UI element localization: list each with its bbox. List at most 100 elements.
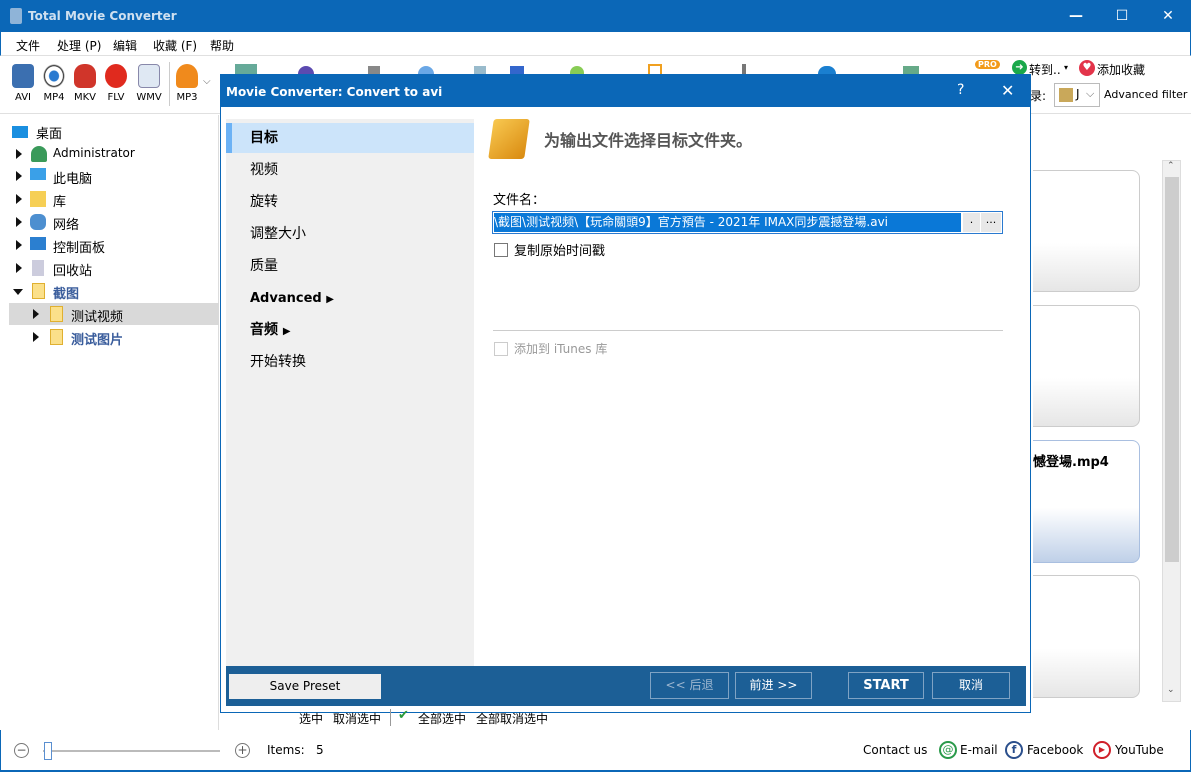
phone-icon[interactable] <box>474 66 486 74</box>
expand-arrow-icon[interactable] <box>16 171 22 181</box>
tree-item-library[interactable]: 库 <box>0 188 219 210</box>
mp3-button[interactable]: MP3 <box>172 64 202 103</box>
close-button[interactable]: ✕ <box>1145 0 1191 32</box>
scrollbar[interactable]: ⌃ ⌄ <box>1162 160 1181 702</box>
deselect-all-link[interactable]: 全部取消选中 <box>476 710 548 727</box>
zoom-in-icon[interactable]: + <box>235 743 250 758</box>
device-icon[interactable] <box>368 66 380 74</box>
flv-button[interactable]: FLV <box>101 64 131 103</box>
help-icon[interactable] <box>818 66 836 74</box>
youtube-icon[interactable]: ▶ <box>1093 741 1111 759</box>
tree-label: 测试图片 <box>71 333 124 348</box>
deselect-link[interactable]: 取消选中 <box>333 710 381 727</box>
avi-button[interactable]: AVI <box>8 64 38 103</box>
nav-audio[interactable]: 音频 ▶ <box>226 315 474 345</box>
start-button[interactable]: START <box>848 672 924 699</box>
gadget-icon[interactable] <box>903 66 919 74</box>
tree-item-recycle-bin[interactable]: 回收站 <box>0 257 219 279</box>
zoom-slider-thumb[interactable] <box>44 742 52 760</box>
tree-item-control-panel[interactable]: 控制面板 <box>0 234 219 256</box>
expand-arrow-icon[interactable] <box>33 332 39 342</box>
goto-button[interactable]: 转到.. <box>1029 61 1061 78</box>
menu-process[interactable]: 处理 (P) <box>57 37 101 54</box>
maximize-button[interactable]: ☐ <box>1099 0 1145 32</box>
filename-input[interactable]: \截图\测试视频\【玩命關頭9】官方預告 - 2021年 IMAX同步震撼登場.… <box>492 211 1003 234</box>
dialog-nav: 目标 视频 旋转 调整大小 质量 Advanced ▶ 音频 ▶ 开始转换 <box>226 119 474 666</box>
collapse-arrow-icon[interactable] <box>13 289 23 295</box>
expand-arrow-icon[interactable] <box>33 309 39 319</box>
nav-target[interactable]: 目标 <box>226 123 474 153</box>
filename-value: \截图\测试视频\【玩命關頭9】官方預告 - 2021年 IMAX同步震撼登場.… <box>494 213 961 232</box>
nav-rotate[interactable]: 旋转 <box>226 187 474 217</box>
dropdown-arrow-icon[interactable]: ▾ <box>1064 63 1068 72</box>
menu-help[interactable]: 帮助 <box>210 37 234 54</box>
cancel-button[interactable]: 取消 <box>932 672 1010 699</box>
scrollbar-thumb[interactable] <box>1165 177 1179 562</box>
network-icon <box>30 214 46 230</box>
select-all-link[interactable]: 全部选中 <box>418 710 466 727</box>
nav-advanced[interactable]: Advanced ▶ <box>226 284 474 314</box>
nav-start-convert[interactable]: 开始转换 <box>226 347 474 377</box>
file-card[interactable] <box>1033 575 1140 698</box>
mp4-button[interactable]: MP4 <box>39 64 69 103</box>
email-link[interactable]: E-mail <box>960 743 998 757</box>
tree-item-this-pc[interactable]: 此电脑 <box>0 165 219 187</box>
scroll-up-icon[interactable]: ⌃ <box>1167 161 1175 171</box>
help-button[interactable]: ? <box>957 82 964 98</box>
zoom-out-icon[interactable]: − <box>14 743 29 758</box>
facebook-icon[interactable]: f <box>1005 741 1023 759</box>
expand-arrow-icon[interactable] <box>16 217 22 227</box>
nav-resize[interactable]: 调整大小 <box>226 219 474 249</box>
scroll-down-icon[interactable]: ⌄ <box>1167 685 1175 695</box>
tree-item-desktop[interactable]: 桌面 <box>0 120 219 142</box>
copy-timestamp-checkbox[interactable] <box>494 243 508 257</box>
file-card[interactable] <box>1033 170 1140 292</box>
eye-icon <box>43 64 65 88</box>
email-icon[interactable]: @ <box>939 741 957 759</box>
expand-arrow-icon[interactable] <box>16 194 22 204</box>
zoom-slider[interactable] <box>43 750 220 752</box>
dot-button[interactable]: . <box>963 213 980 232</box>
tablet-icon[interactable] <box>510 66 524 74</box>
expand-arrow-icon[interactable] <box>16 263 22 273</box>
tree-item-administrator[interactable]: Administrator <box>0 143 219 165</box>
file-card[interactable] <box>1033 305 1140 427</box>
tree-item-screenshots[interactable]: 截图 <box>0 280 219 302</box>
advanced-filter-link[interactable]: Advanced filter <box>1104 88 1187 101</box>
expand-arrow-icon[interactable] <box>16 149 22 159</box>
wmv-button[interactable]: WMV <box>134 64 164 103</box>
tree-item-test-images[interactable]: 测试图片 <box>9 326 219 348</box>
filter-dropdown[interactable]: J ⌵ <box>1054 83 1100 107</box>
expand-arrow-icon[interactable] <box>16 240 22 250</box>
file-card-selected[interactable]: 憾登場.mp4 <box>1033 440 1140 563</box>
tree-item-network[interactable]: 网络 <box>0 211 219 233</box>
nav-video[interactable]: 视频 <box>226 155 474 185</box>
add-favorite-button[interactable]: 添加收藏 <box>1097 61 1145 78</box>
menu-favorites[interactable]: 收藏 (F) <box>153 37 197 54</box>
android-icon[interactable] <box>570 66 584 74</box>
next-button[interactable]: 前进 >> <box>735 672 812 699</box>
menu-file[interactable]: 文件 <box>16 37 40 54</box>
add-itunes-checkbox[interactable] <box>494 342 508 356</box>
disc-icon[interactable] <box>298 66 314 74</box>
filter-label: 录: <box>1030 89 1047 103</box>
minimize-button[interactable]: — <box>1053 0 1099 32</box>
document-icon[interactable] <box>235 64 257 74</box>
control-panel-icon <box>30 237 46 250</box>
browse-button[interactable]: ... <box>981 213 1001 232</box>
nav-quality[interactable]: 质量 <box>226 251 474 281</box>
chevron-down-icon[interactable]: ⌵ <box>203 76 211 87</box>
tree-item-test-video[interactable]: 测试视频 <box>9 303 219 325</box>
select-link[interactable]: 选中 <box>299 710 323 727</box>
back-button[interactable]: << 后退 <box>650 672 729 699</box>
ipod-icon[interactable] <box>648 64 662 74</box>
save-preset-button[interactable]: Save Preset <box>229 674 381 699</box>
mkv-button[interactable]: MKV <box>70 64 100 103</box>
tree-label: Administrator <box>53 146 135 160</box>
pen-icon[interactable] <box>742 64 746 74</box>
dialog-close-button[interactable]: ✕ <box>1001 81 1014 100</box>
facebook-link[interactable]: Facebook <box>1027 743 1083 757</box>
menu-edit[interactable]: 编辑 <box>113 37 137 54</box>
globe-icon[interactable] <box>418 66 434 74</box>
youtube-link[interactable]: YouTube <box>1115 743 1164 757</box>
